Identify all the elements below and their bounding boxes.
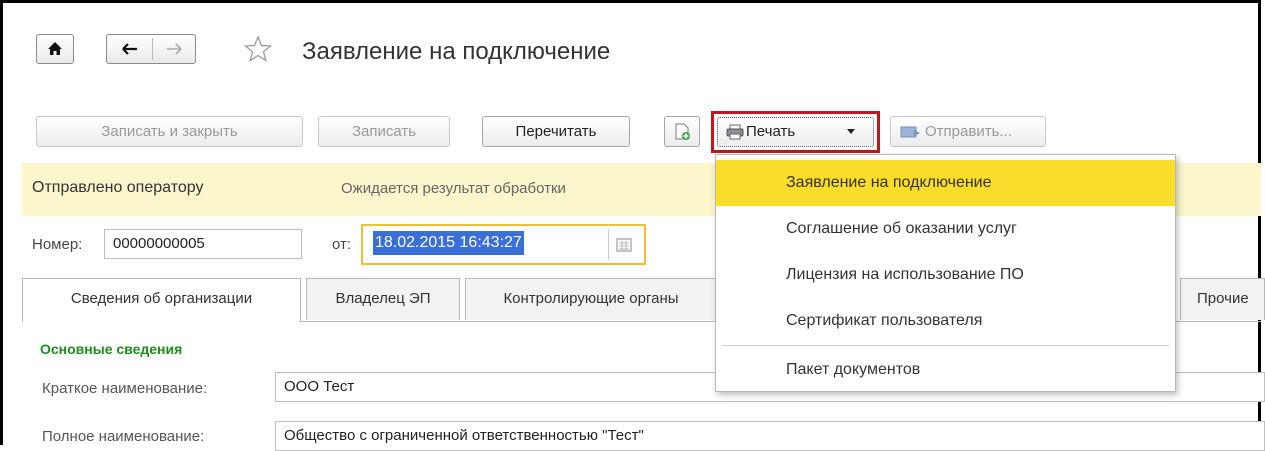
save-button[interactable]: Записать — [318, 116, 450, 147]
menu-item-service-agreement[interactable]: Соглашение об оказании услуг — [716, 206, 1175, 252]
tab-control-authorities[interactable]: Контролирующие органы — [465, 278, 717, 320]
status-state: Отправлено оператору — [32, 179, 204, 196]
menu-item-user-certificate[interactable]: Сертификат пользователя — [716, 298, 1175, 344]
menu-item-document-package[interactable]: Пакет документов — [716, 347, 1175, 393]
date-field[interactable]: 18.02.2015 16:43:27 — [361, 224, 646, 265]
home-icon — [48, 42, 62, 55]
arrow-left-icon — [122, 43, 137, 55]
back-button[interactable] — [107, 35, 152, 63]
page-title: Заявление на подключение — [302, 38, 611, 65]
chevron-down-icon — [847, 129, 855, 134]
arrow-right-icon — [167, 43, 182, 55]
tab-organization[interactable]: Сведения об организации — [22, 278, 301, 322]
short-name-label: Краткое наименование: — [42, 380, 208, 397]
attach-button[interactable] — [664, 116, 700, 147]
number-label: Номер: — [32, 236, 83, 253]
date-label: от: — [332, 236, 352, 253]
status-info: Ожидается результат обработки — [341, 180, 566, 197]
number-field[interactable]: 00000000005 — [104, 229, 302, 259]
menu-separator — [722, 345, 1169, 346]
nav-buttons — [106, 34, 196, 64]
full-name-label: Полное наименование: — [42, 428, 205, 445]
print-button[interactable]: Печать — [717, 117, 874, 147]
calendar-icon[interactable] — [616, 238, 632, 252]
menu-item-license[interactable]: Лицензия на использование ПО — [716, 252, 1175, 298]
date-value: 18.02.2015 16:43:27 — [373, 231, 524, 255]
send-icon — [900, 126, 920, 138]
document-add-icon — [675, 123, 690, 140]
divider — [608, 229, 609, 260]
print-button-label: Печать — [746, 123, 796, 140]
reread-button[interactable]: Перечитать — [482, 116, 630, 147]
send-button-label: Отправить... — [925, 123, 1012, 140]
favorite-star-icon[interactable] — [243, 34, 273, 64]
menu-item-application[interactable]: Заявление на подключение — [716, 160, 1175, 206]
full-name-field[interactable]: Общество с ограниченной ответственностью… — [275, 421, 1265, 451]
print-menu: Заявление на подключение Соглашение об о… — [715, 154, 1176, 392]
forward-button[interactable] — [153, 35, 196, 63]
home-button[interactable] — [36, 34, 74, 64]
section-title: Основные сведения — [40, 341, 183, 357]
save-close-button[interactable]: Записать и закрыть — [36, 116, 303, 147]
tab-ep-owner[interactable]: Владелец ЭП — [306, 278, 460, 320]
send-button[interactable]: Отправить... — [890, 116, 1046, 147]
tab-other[interactable]: Прочие — [1180, 278, 1265, 320]
printer-icon — [726, 124, 744, 140]
